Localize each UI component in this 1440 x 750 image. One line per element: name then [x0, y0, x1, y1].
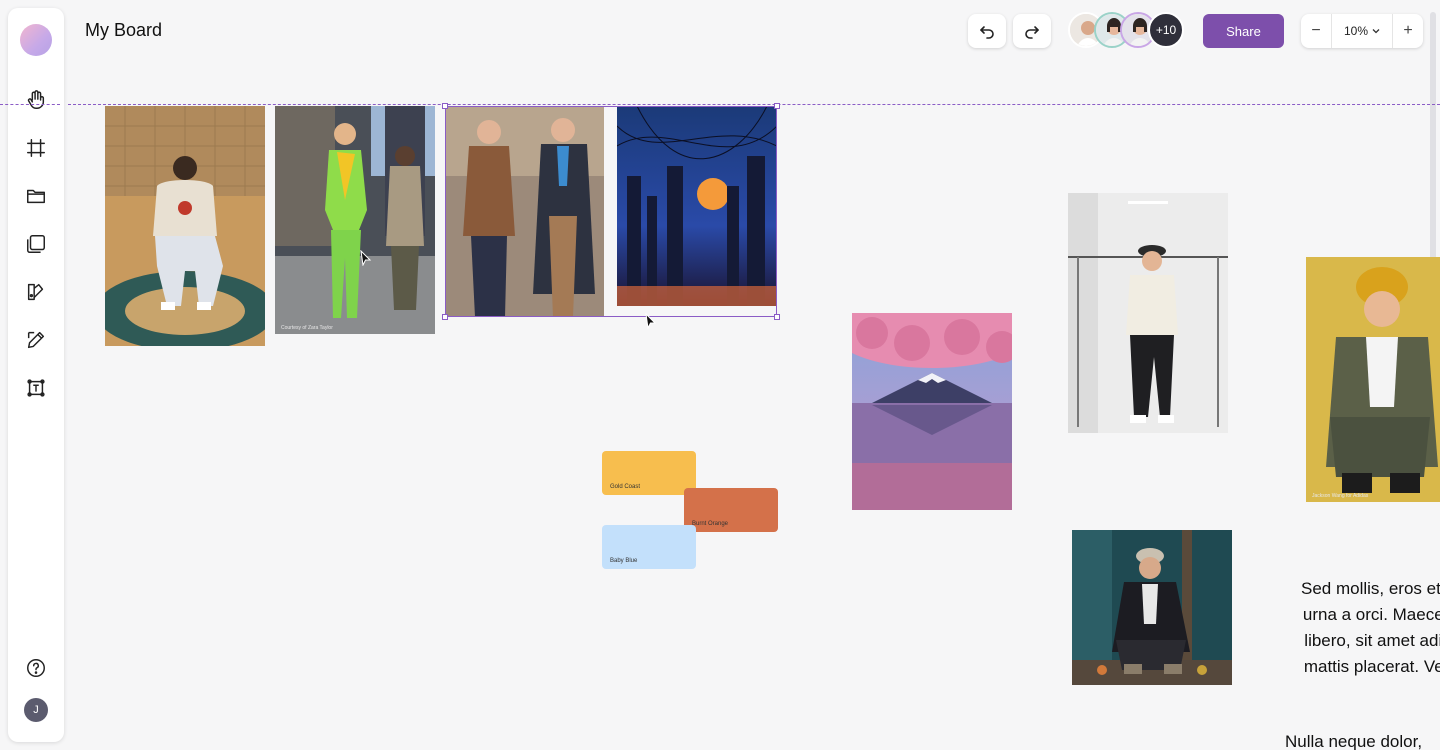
left-toolbar: J	[8, 8, 64, 742]
text-line: mattis placerat. Ves	[1303, 657, 1440, 676]
boards-tool-button[interactable]	[20, 228, 52, 260]
photo-image	[105, 106, 265, 346]
zoom-level-value: 10%	[1343, 24, 1369, 38]
image-caption: Courtesy of Zara Taylor	[281, 325, 333, 331]
image-caption: Jackson Wang for Adidas	[1312, 493, 1369, 499]
color-swatch-baby-blue[interactable]: Baby Blue	[602, 525, 696, 569]
photo-man-yellow-beanie[interactable]: Jackson Wang for Adidas	[1306, 257, 1440, 502]
text-line: Sed mollis, eros et u	[1300, 579, 1440, 598]
redo-button[interactable]	[1013, 14, 1051, 48]
resize-handle[interactable]	[774, 314, 780, 320]
resize-handle[interactable]	[442, 103, 448, 109]
board-title[interactable]: My Board	[85, 20, 162, 41]
photo-hoodie-man-basketball-court[interactable]	[105, 106, 265, 346]
zoom-control: − 10% +	[1301, 14, 1423, 48]
text-line: libero, sit amet adip	[1304, 631, 1440, 650]
help-button[interactable]	[20, 652, 52, 684]
photo-image	[1072, 530, 1232, 685]
photo-man-crouching-cap[interactable]	[1072, 530, 1232, 685]
user-avatar[interactable]: J	[24, 698, 48, 722]
frame-tool-button[interactable]	[20, 132, 52, 164]
hand-icon	[27, 90, 45, 109]
cursor-icon	[645, 313, 657, 329]
color-swatch-burnt-orange[interactable]: Burnt Orange	[684, 488, 778, 532]
frame-icon	[27, 139, 45, 157]
redo-icon	[1025, 26, 1039, 39]
text-icon	[27, 379, 45, 397]
text-line: urna a orci. Maecen	[1302, 605, 1440, 624]
palette-icon	[27, 283, 44, 301]
text-block-second[interactable]: Nulla neque dolor,	[1285, 732, 1422, 750]
cursor-icon	[360, 250, 372, 266]
text-tool-button[interactable]	[20, 372, 52, 404]
draw-tool-button[interactable]	[20, 324, 52, 356]
folder-icon	[27, 189, 45, 204]
vertical-scrollbar[interactable]	[1430, 12, 1436, 262]
help-icon	[27, 659, 45, 677]
photo-man-bucket-hat-studio[interactable]	[1068, 193, 1228, 433]
zoom-out-button[interactable]: −	[1301, 14, 1331, 48]
more-collaborators-count[interactable]: +10	[1148, 12, 1184, 48]
photo-image	[1068, 193, 1228, 433]
swatch-label: Burnt Orange	[692, 521, 729, 527]
text-block[interactable]: Sed mollis, eros et u urna a orci. Maece…	[1268, 576, 1440, 680]
selection-box[interactable]	[442, 103, 780, 320]
photo-image	[275, 106, 435, 334]
hand-tool-button[interactable]	[20, 84, 52, 116]
undo-button[interactable]	[968, 14, 1006, 48]
photo-image	[852, 313, 1012, 510]
photo-image	[1306, 257, 1440, 502]
photo-mount-fuji-cherry-blossom[interactable]	[852, 313, 1012, 510]
zoom-in-button[interactable]: +	[1393, 14, 1423, 48]
board-canvas[interactable]: J My Board +10 Share − 10% + Courtesy of…	[0, 0, 1440, 750]
folder-tool-button[interactable]	[20, 180, 52, 212]
collaborator-avatars[interactable]: +10	[1068, 12, 1188, 50]
app-logo[interactable]	[20, 24, 52, 56]
chevron-down-icon	[1372, 29, 1380, 34]
swatch-label: Baby Blue	[610, 558, 638, 564]
pencil-icon	[27, 331, 45, 349]
swatch-label: Gold Coast	[610, 484, 641, 490]
resize-handle[interactable]	[442, 314, 448, 320]
share-button[interactable]: Share	[1203, 14, 1284, 48]
resize-handle[interactable]	[774, 103, 780, 109]
alignment-guide-left	[0, 104, 60, 105]
alignment-guide	[68, 104, 1440, 105]
boards-icon	[27, 235, 45, 253]
zoom-level-dropdown[interactable]: 10%	[1331, 14, 1393, 48]
undo-icon	[980, 26, 994, 39]
color-tool-button[interactable]	[20, 276, 52, 308]
photo-green-outfit-street[interactable]: Courtesy of Zara Taylor	[275, 106, 435, 334]
color-swatch-gold-coast[interactable]: Gold Coast	[602, 451, 696, 495]
